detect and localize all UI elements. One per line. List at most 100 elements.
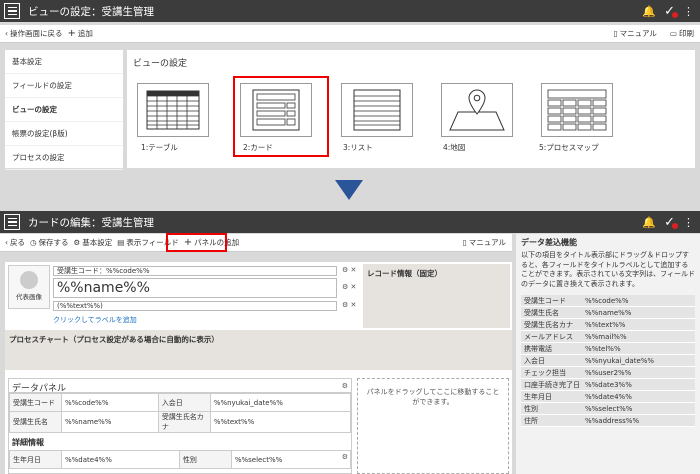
field-gear-close-icon[interactable]: ⚙ ✕ <box>342 266 356 274</box>
menu-icon[interactable] <box>4 3 20 19</box>
avatar-placeholder-icon <box>20 271 38 289</box>
list-item[interactable]: 受講生氏名 %%name%% <box>521 307 695 319</box>
sidebar-item-forms[interactable]: 帳票の設定(β版) <box>5 122 123 146</box>
chevron-left-icon: ‹ <box>5 238 8 247</box>
list-item[interactable]: 携帯電話 %%tel%% <box>521 343 695 355</box>
view-option-table-label: 1:テーブル <box>141 143 178 152</box>
process-chart-panel: プロセスチャート（プロセス設定がある場合に自動的に表示） <box>5 330 512 370</box>
view-option-table[interactable] <box>137 83 209 137</box>
bell-icon[interactable]: 🔔 <box>642 216 656 229</box>
text-title-field[interactable]: (%%text%%) <box>53 301 337 311</box>
field-name: 口座手続き完了日 <box>524 381 580 389</box>
add-button[interactable]: + 追加 <box>68 28 93 39</box>
list-item[interactable]: 受講生氏名カナ %%text%% <box>521 319 695 331</box>
data-insert-description: 以下の項目をタイトル表示部にドラッグ＆ドロップすると、各フィールドをタイトルラベ… <box>521 251 695 288</box>
sidebar-item-basic[interactable]: 基本設定 <box>5 50 123 74</box>
avatar-label: 代表画像 <box>16 293 42 301</box>
field-gear-close-icon[interactable]: ⚙ ✕ <box>342 301 356 309</box>
check-icon[interactable]: ✓ <box>664 215 678 230</box>
field-placeholder: %%date4%% <box>585 393 632 401</box>
view-settings-panel: ビューの設定 1:テーブル 2:カード 3:リスト 4:地図 5:プロセスマップ <box>127 50 695 168</box>
save-icon: ◷ <box>30 238 37 247</box>
field-name: 携帯電話 <box>524 345 552 353</box>
save-button[interactable]: ◷ 保存する <box>30 237 69 248</box>
field-placeholder: %%code%% <box>585 297 629 305</box>
view-option-map[interactable] <box>441 83 513 137</box>
record-info-title: レコード情報（固定） <box>367 269 442 278</box>
sidebar-item-process[interactable]: プロセスの設定 <box>5 146 123 170</box>
code-title-field[interactable]: 受講生コード：%%code%% <box>53 266 337 276</box>
table-row: 受講生コード %%code%% 入会日 %%nyukai_date%% <box>9 393 352 412</box>
field-name: 性別 <box>524 405 538 413</box>
list-item[interactable]: チェック担当 %%user2%% <box>521 367 695 379</box>
list-item[interactable]: 生年月日 %%date4%% <box>521 391 695 403</box>
bell-icon[interactable]: 🔔 <box>642 5 656 18</box>
back-button[interactable]: ‹ 操作画面に戻る <box>5 28 63 39</box>
list-item[interactable]: 住所 %%address%% <box>521 415 695 427</box>
gear-icon[interactable]: ⚙ <box>342 453 348 461</box>
view-option-process-map[interactable] <box>541 83 613 137</box>
top-toolbar: ‹ 操作画面に戻る + 追加 ▯ マニュアル ▭ 印刷 <box>0 25 700 43</box>
add-label-link[interactable]: クリックしてラベルを追加 <box>53 315 137 325</box>
field-gear-close-icon[interactable]: ⚙ ✕ <box>342 283 356 291</box>
detail-table: 生年月日 %%date4%% 性別 %%select%% <box>9 450 352 469</box>
field-name: 生年月日 <box>524 393 552 401</box>
list-item[interactable]: 性別 %%select%% <box>521 403 695 415</box>
field-placeholder: %%name%% <box>585 309 632 317</box>
view-option-list-label: 3:リスト <box>343 143 373 152</box>
page-title: ビューの設定：受講生管理 <box>28 5 154 18</box>
field-name: 受講生コード <box>524 297 566 305</box>
list-item[interactable]: 入会日 %%nyukai_date%% <box>521 355 695 367</box>
drop-zone-text: パネルをドラッグしてここに移動することができます。 <box>366 388 500 406</box>
data-panel[interactable]: データパネル ⚙ 受講生コード %%code%% 入会日 %%nyukai_da… <box>8 378 352 474</box>
data-insert-field-list: 受講生コード %%code%% 受講生氏名 %%name%% 受講生氏名カナ %%text… <box>516 295 700 427</box>
field-name: メールアドレス <box>524 333 573 341</box>
data-panel-title: データパネル <box>9 379 351 394</box>
chevron-left-icon: ‹ <box>5 29 8 38</box>
panel-area: データパネル ⚙ 受講生コード %%code%% 入会日 %%nyukai_da… <box>5 370 512 474</box>
process-map-icon <box>547 89 607 131</box>
down-arrow-icon <box>335 180 363 200</box>
manual-button[interactable]: ▯ マニュアル <box>463 237 506 248</box>
data-insert-title: データ差込機能 <box>521 238 577 247</box>
table-row: 受講生氏名 %%name%% 受講生氏名カナ %%text%% <box>9 411 352 433</box>
more-icon[interactable]: ⋮ <box>683 5 694 18</box>
field-placeholder: %%nyukai_date%% <box>585 357 655 365</box>
field-name: 住所 <box>524 417 538 425</box>
list-item[interactable]: メールアドレス %%mail%% <box>521 331 695 343</box>
field-name: 受講生氏名 <box>524 309 559 317</box>
field-placeholder: %%tel%% <box>585 345 621 353</box>
back-button[interactable]: ‹ 戻る <box>5 237 25 248</box>
list-item[interactable]: 受講生コード %%code%% <box>521 295 695 307</box>
detail-section-title: 詳細情報 <box>12 438 44 447</box>
more-icon[interactable]: ⋮ <box>683 216 694 229</box>
sidebar-item-fields[interactable]: フィールドの設定 <box>5 74 123 98</box>
settings-sidebar: 基本設定 フィールドの設定 ビューの設定 帳票の設定(β版) プロセスの設定 <box>5 50 123 170</box>
list-item[interactable]: 口座手続き完了日 %%date3%% <box>521 379 695 391</box>
print-button[interactable]: ▭ 印刷 <box>670 28 694 39</box>
manual-button[interactable]: ▯ マニュアル <box>613 28 656 39</box>
view-option-list[interactable] <box>341 83 413 137</box>
gear-icon[interactable]: ⚙ <box>342 382 348 390</box>
page-title: カードの編集：受講生管理 <box>28 216 154 229</box>
field-name: チェック担当 <box>524 369 566 377</box>
basic-settings-button[interactable]: ⚙ 基本設定 <box>74 237 113 248</box>
field-icon: ▤ <box>117 238 125 247</box>
panel-drop-zone[interactable]: パネルをドラッグしてここに移動することができます。 <box>357 378 509 474</box>
plus-icon: + <box>67 28 76 39</box>
avatar[interactable]: 代表画像 <box>8 265 50 309</box>
list-icon <box>353 89 401 131</box>
sidebar-item-view[interactable]: ビューの設定 <box>5 98 123 122</box>
process-chart-title: プロセスチャート（プロセス設定がある場合に自動的に表示） <box>9 335 219 344</box>
field-placeholder: %%date3%% <box>585 381 632 389</box>
menu-icon[interactable] <box>4 214 20 230</box>
gear-icon: ⚙ <box>73 238 81 247</box>
table-icon <box>146 90 200 130</box>
name-title-field[interactable]: %%name%% <box>53 278 337 298</box>
map-icon <box>449 89 505 131</box>
check-icon[interactable]: ✓ <box>664 4 678 19</box>
view-option-map-label: 4:地図 <box>443 143 466 152</box>
record-info-panel: レコード情報（固定） <box>363 264 510 328</box>
field-name: 入会日 <box>524 357 545 365</box>
data-panel-table: 受講生コード %%code%% 入会日 %%nyukai_date%% 受講生氏… <box>9 393 352 433</box>
